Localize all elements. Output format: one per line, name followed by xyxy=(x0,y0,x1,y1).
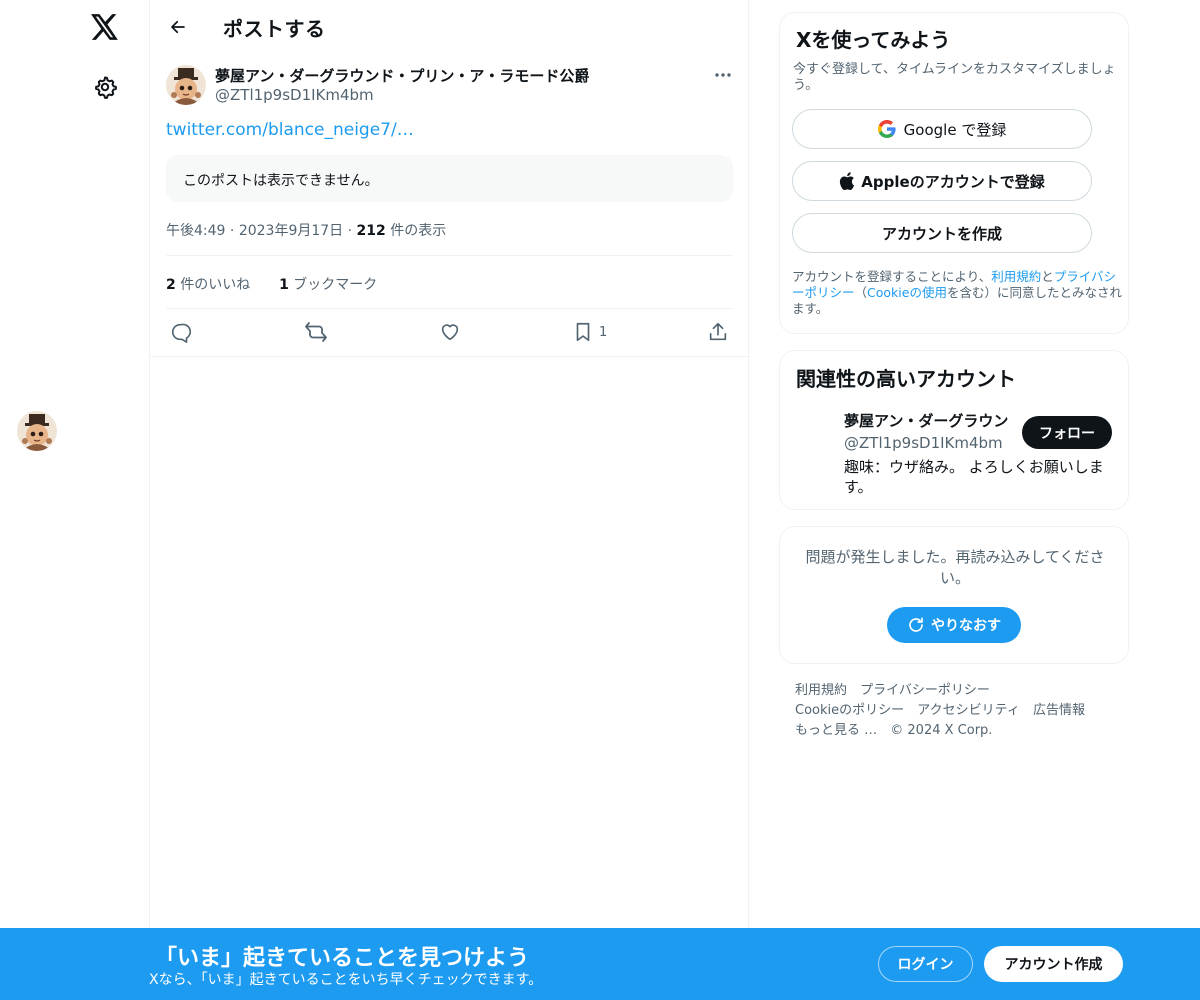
likes-stat[interactable]: 2 件のいいね xyxy=(166,277,250,293)
google-icon xyxy=(877,120,896,138)
retry-button[interactable]: やりなおす xyxy=(887,607,1021,643)
views-label: 件の表示 xyxy=(385,223,447,239)
retry-label: やりなおす xyxy=(931,618,1001,634)
login-button[interactable]: ログイン xyxy=(878,946,973,982)
copyright: © 2024 X Corp. xyxy=(890,723,993,738)
more-horizontal-icon xyxy=(715,73,731,77)
footer-link-cookie[interactable]: Cookieのポリシー xyxy=(795,703,904,718)
reply-button[interactable] xyxy=(170,319,192,345)
error-card: 問題が発生しました。再読み込みしてください。 やりなおす xyxy=(779,526,1129,664)
footer-link-more[interactable]: もっと見る … xyxy=(795,723,877,738)
terms-pre: アカウントを登録することにより、 xyxy=(792,269,992,284)
bookmark-button[interactable]: 1 xyxy=(573,319,607,345)
google-signup-label: Google で登録 xyxy=(903,120,1007,139)
author-handle[interactable]: @ZTl1p9sD1IKm4bm xyxy=(215,86,374,104)
unavailable-post-notice: このポストは表示できません。 xyxy=(166,155,733,202)
repost-icon xyxy=(305,322,327,342)
post-time[interactable]: 午後4:49 xyxy=(166,223,225,239)
arrow-left-icon xyxy=(171,20,185,34)
share-icon xyxy=(709,322,727,341)
more-options-button[interactable] xyxy=(710,64,736,86)
bookmarks-stat[interactable]: 1 ブックマーク xyxy=(279,277,377,293)
x-logo-icon[interactable] xyxy=(88,10,122,44)
terms-mid: （ xyxy=(854,285,868,300)
likes-label: 件のいいね xyxy=(175,277,251,293)
reply-icon xyxy=(171,323,192,343)
bottom-bar-subtitle: Xなら、「いま」起きていることをいち早くチェックできます。 xyxy=(149,972,543,988)
create-account-button[interactable]: アカウントを作成 xyxy=(792,213,1092,253)
terms-text: アカウントを登録することにより、利用規約とプライバシーポリシー（Cookieの使… xyxy=(792,269,1122,317)
bottom-signup-bar: 「いま」起きていることを見つけよう Xなら、「いま」起きていることをいち早くチェ… xyxy=(0,928,1200,1000)
avatar[interactable] xyxy=(17,411,57,451)
related-account-bio: 趣味：ウザ絡み。 よろしくお願いします。 xyxy=(844,458,1104,496)
bookmark-icon xyxy=(576,322,590,342)
heart-icon xyxy=(441,324,459,341)
bookmark-count: 1 xyxy=(599,324,608,340)
bottom-bar-title: 「いま」起きていることを見つけよう xyxy=(155,946,530,971)
divider xyxy=(150,356,749,357)
author-name[interactable]: 夢屋アン・ダーグラウンド・プリン・ア・ラモード公爵 xyxy=(215,65,589,86)
main-column: ポストする 夢屋アン・ダーグラウンド・プリン・ア・ラモード公爵 @ZTl1p9s… xyxy=(149,0,749,1000)
share-button[interactable] xyxy=(707,319,729,345)
cookie-link[interactable]: Cookieの使用 xyxy=(867,285,947,300)
related-account-name[interactable]: 夢屋アン・ダーグラウン xyxy=(844,410,1008,431)
google-signup-button[interactable]: Google で登録 xyxy=(792,109,1092,149)
bookmarks-label: ブックマーク xyxy=(288,277,378,293)
signup-card: Xを使ってみよう 今すぐ登録して、タイムラインをカスタマイズしましょう。 Goo… xyxy=(779,12,1129,334)
refresh-icon xyxy=(907,616,925,634)
apple-icon xyxy=(839,172,855,190)
page-header: ポストする xyxy=(150,0,750,54)
bookmarks-count: 1 xyxy=(279,277,289,293)
divider xyxy=(166,255,733,256)
create-account-label: アカウントを作成 xyxy=(881,224,1002,243)
post-meta: 午後4:49 · 2023年9月17日 · 212 件の表示 xyxy=(166,223,447,239)
post-stats: 2 件のいいね 1 ブックマーク xyxy=(166,274,377,294)
signup-subtitle: 今すぐ登録して、タイムラインをカスタマイズしましょう。 xyxy=(793,62,1116,93)
footer-link-ads[interactable]: 広告情報 xyxy=(1033,703,1085,718)
related-account-handle[interactable]: @ZTl1p9sD1IKm4bm xyxy=(844,434,1003,452)
views-count: 212 xyxy=(356,223,386,239)
repost-button[interactable] xyxy=(304,319,328,345)
apple-signup-label: Appleのアカウントで登録 xyxy=(861,172,1045,191)
follow-button[interactable]: フォロー xyxy=(1022,416,1112,449)
footer-links: 利用規約 プライバシーポリシー Cookieのポリシー アクセシビリティ 広告情… xyxy=(795,681,1125,741)
page-title: ポストする xyxy=(223,17,326,41)
back-button[interactable] xyxy=(162,11,194,43)
signup-button[interactable]: アカウント作成 xyxy=(984,946,1123,982)
related-title: 関連性の高いアカウント xyxy=(796,367,1016,391)
left-nav xyxy=(0,0,150,1000)
apple-signup-button[interactable]: Appleのアカウントで登録 xyxy=(792,161,1092,201)
footer-link-accessibility[interactable]: アクセシビリティ xyxy=(917,703,1020,718)
terms-and: と xyxy=(1041,269,1054,284)
footer-link-privacy[interactable]: プライバシーポリシー xyxy=(860,683,990,698)
like-button[interactable] xyxy=(439,319,461,345)
signup-title: Xを使ってみよう xyxy=(796,28,951,52)
related-accounts-card: 関連性の高いアカウント 夢屋アン・ダーグラウン @ZTl1p9sD1IKm4bm… xyxy=(779,350,1129,510)
unavailable-text: このポストは表示できません。 xyxy=(183,173,379,189)
post-link[interactable]: twitter.com/blance_neige7/… xyxy=(166,120,414,140)
divider xyxy=(166,308,733,309)
footer-link-terms[interactable]: 利用規約 xyxy=(795,683,847,698)
avatar[interactable] xyxy=(166,65,206,105)
terms-link[interactable]: 利用規約 xyxy=(991,269,1041,284)
error-message: 問題が発生しました。再読み込みしてください。 xyxy=(805,548,1105,587)
post-date[interactable]: 2023年9月17日 xyxy=(239,223,343,239)
post-actions: 1 xyxy=(150,317,750,347)
likes-count: 2 xyxy=(166,277,176,293)
gear-icon[interactable] xyxy=(89,71,121,103)
